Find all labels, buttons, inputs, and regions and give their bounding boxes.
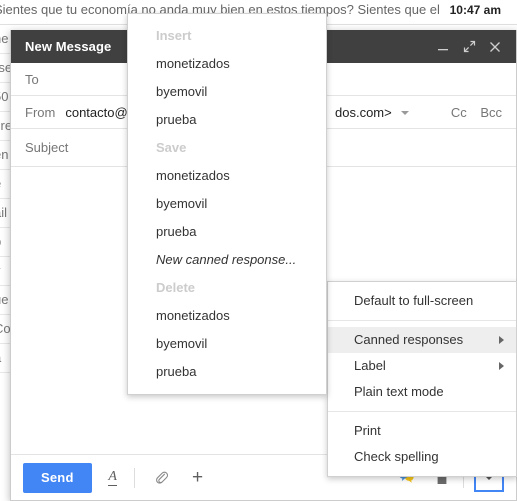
- canned-menu-item[interactable]: byemovil: [128, 190, 326, 218]
- mail-snippet: en: [0, 147, 9, 162]
- menu-item-check-spelling[interactable]: Check spelling: [328, 444, 516, 470]
- bcc-button[interactable]: Bcc: [480, 105, 502, 120]
- mail-timestamp: 10:47 am: [449, 3, 501, 17]
- from-chevron-down-icon[interactable]: [401, 111, 410, 116]
- menu-item-label[interactable]: Label: [328, 353, 516, 379]
- menu-item-label: Default to full-screen: [354, 293, 474, 308]
- menu-item-label: Label: [354, 358, 386, 373]
- paperclip-icon[interactable]: [147, 463, 177, 493]
- submenu-arrow-icon: [499, 362, 504, 370]
- mail-snippet: p: [0, 228, 1, 256]
- mail-snippet: 50: [0, 89, 9, 104]
- menu-separator: [328, 411, 516, 412]
- mail-snippet: ne: [0, 31, 9, 46]
- canned-menu-item[interactable]: monetizados: [128, 302, 326, 330]
- menu-item-label: Plain text mode: [354, 384, 444, 399]
- canned-menu-item[interactable]: monetizados: [128, 50, 326, 78]
- toolbar-divider: [133, 467, 135, 488]
- canned-menu-item[interactable]: prueba: [128, 106, 326, 134]
- menu-item-label: Canned responses: [354, 332, 464, 347]
- mail-snippet: ue: [0, 292, 9, 307]
- to-label: To: [25, 71, 39, 87]
- menu-item-label: Print: [354, 423, 381, 438]
- canned-menu-item[interactable]: byemovil: [128, 330, 326, 358]
- mail-snippet: ail: [0, 205, 8, 220]
- mail-snippet: a: [0, 344, 1, 372]
- from-value-right: dos.com>: [335, 104, 392, 120]
- format-text-icon[interactable]: A: [98, 463, 128, 493]
- expand-button[interactable]: [456, 34, 482, 60]
- cc-button[interactable]: Cc: [451, 105, 467, 120]
- send-button[interactable]: Send: [23, 462, 92, 493]
- submenu-arrow-icon: [499, 336, 504, 344]
- cc-bcc-group: Cc Bcc: [441, 96, 502, 129]
- menu-item-print[interactable]: Print: [328, 418, 516, 444]
- subject-label: Subject: [25, 140, 69, 155]
- canned-menu-item[interactable]: byemovil: [128, 78, 326, 106]
- minimize-button[interactable]: [430, 34, 456, 60]
- mail-snippet: v: [0, 257, 1, 285]
- canned-group-header: Delete: [156, 280, 196, 295]
- canned-menu-item[interactable]: New canned response...: [128, 246, 326, 274]
- canned-group-header: Save: [156, 140, 187, 155]
- compose-options-menu: Default to full-screen Canned responses La…: [327, 281, 517, 477]
- plus-icon[interactable]: +: [183, 463, 213, 493]
- canned-menu-item[interactable]: prueba: [128, 358, 326, 386]
- close-button[interactable]: [482, 34, 508, 60]
- menu-item-canned-responses[interactable]: Canned responses: [328, 327, 516, 353]
- menu-separator: [328, 320, 516, 321]
- canned-menu-item[interactable]: prueba: [128, 218, 326, 246]
- canned-responses-submenu: Insert monetizados byemovil prueba Save monet…: [127, 13, 327, 395]
- canned-menu-item[interactable]: monetizados: [128, 162, 326, 190]
- menu-item-plain-text-mode[interactable]: Plain text mode: [328, 379, 516, 405]
- from-label: From: [25, 104, 56, 120]
- menu-item-default-to-full-screen[interactable]: Default to full-screen: [328, 288, 516, 314]
- mail-snippet: e: [0, 170, 1, 198]
- canned-group-header: Insert: [156, 28, 192, 43]
- menu-item-label: Check spelling: [354, 449, 439, 464]
